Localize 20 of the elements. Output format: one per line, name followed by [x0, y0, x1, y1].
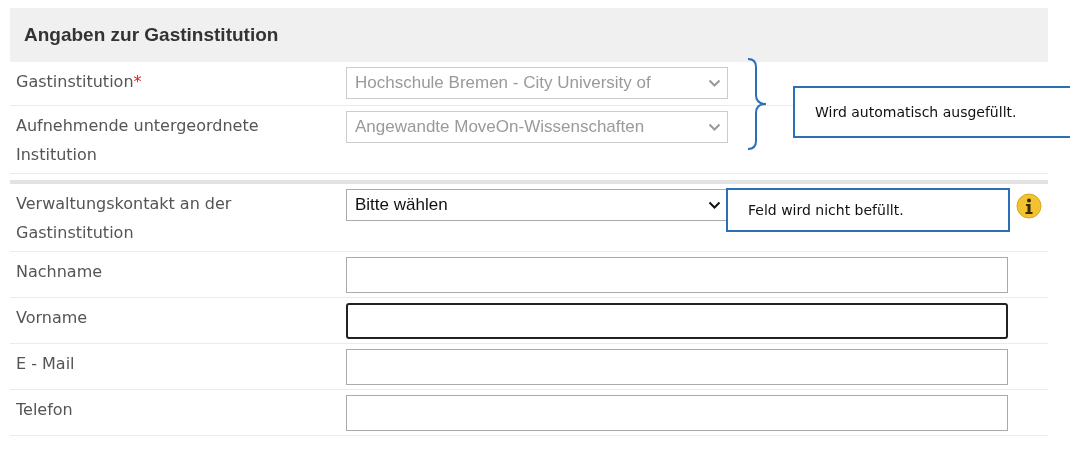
field-label: E - Mail — [16, 354, 75, 373]
chevron-icon — [708, 79, 721, 87]
input-field[interactable] — [346, 349, 1008, 385]
field-label: Verwaltungskontakt an der Gastinstitution — [16, 194, 232, 242]
input-field[interactable] — [346, 395, 1008, 431]
input-field[interactable] — [346, 257, 1008, 293]
input-field[interactable] — [346, 303, 1008, 339]
required-mark: * — [133, 72, 142, 91]
field-label: Telefon — [16, 400, 73, 419]
chevron-icon — [708, 201, 721, 209]
section-title: Angaben zur Gastinstitution — [24, 24, 279, 46]
field-label: Aufnehmende untergeordnete Institution — [16, 116, 259, 164]
callout-note: Wird automatisch ausgefüllt. — [793, 86, 1070, 138]
callout-note: Feld wird nicht befüllt. — [726, 188, 1010, 232]
dropdown[interactable]: Bitte wählen — [346, 189, 728, 221]
chevron-icon — [708, 123, 721, 131]
field-label: Nachname — [16, 262, 103, 281]
field-label: Vorname — [16, 308, 88, 327]
field-label: Gastinstitution — [16, 72, 134, 91]
info-icon[interactable] — [1016, 193, 1042, 219]
